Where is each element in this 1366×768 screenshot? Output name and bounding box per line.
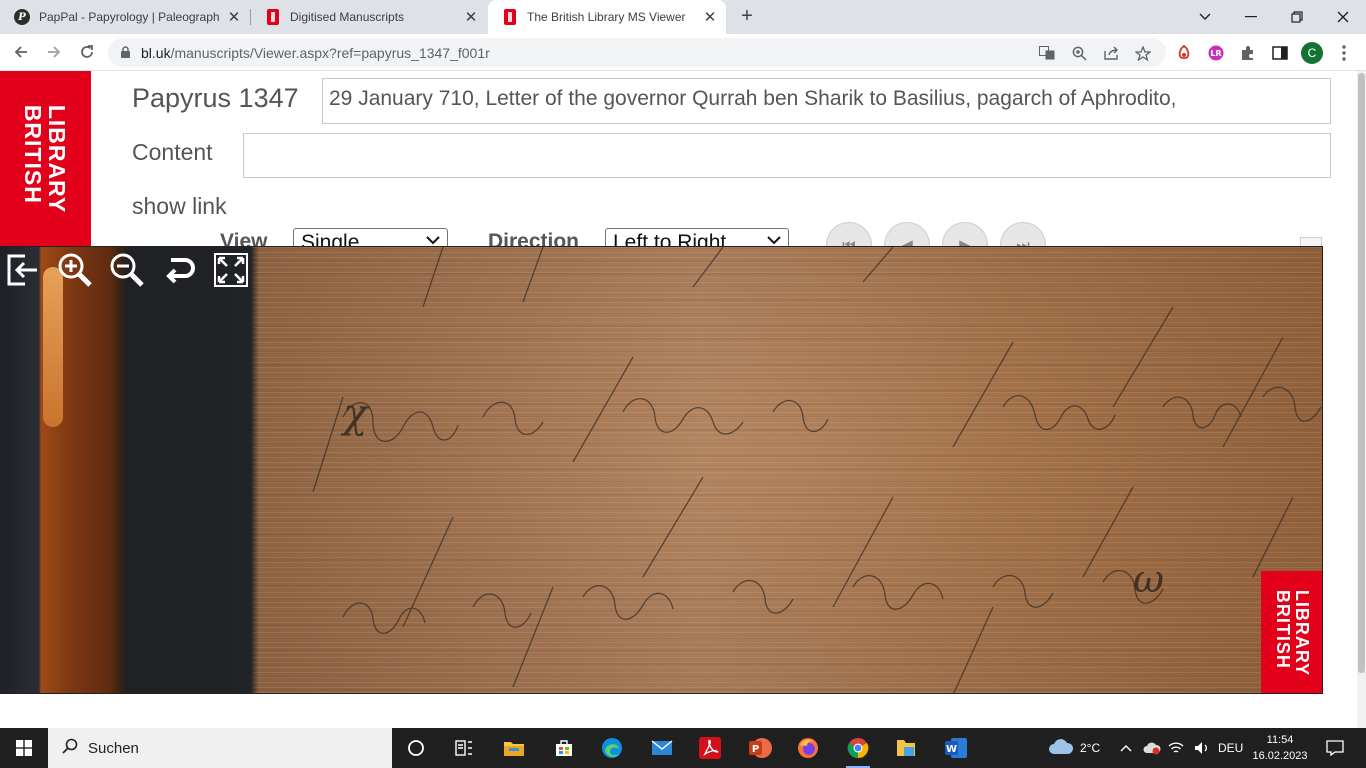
side-panel-icon[interactable]: [1270, 43, 1290, 63]
task-view-icon[interactable]: [400, 732, 432, 764]
browser-tab-strip: P PapPal - Papyrology | Paleograph ✕ Dig…: [0, 0, 1366, 34]
translate-icon[interactable]: [1038, 44, 1056, 62]
wifi-icon[interactable]: [1168, 728, 1184, 768]
logo-line-library: LIBRARY: [44, 104, 70, 214]
lock-icon[interactable]: [120, 46, 131, 64]
tab-pappal[interactable]: P PapPal - Papyrology | Paleograph ✕: [0, 0, 250, 34]
close-tab-icon[interactable]: ✕: [700, 7, 720, 27]
extension-purple-icon[interactable]: LR: [1206, 43, 1226, 63]
widgets-icon[interactable]: [448, 732, 480, 764]
rotate-icon[interactable]: [160, 251, 198, 289]
close-tab-icon[interactable]: ✕: [461, 7, 481, 27]
bookmark-star-icon[interactable]: [1134, 44, 1152, 62]
back-icon[interactable]: [9, 40, 33, 64]
weather-temperature: 2°C: [1080, 741, 1101, 755]
url-host: bl.uk: [141, 45, 171, 61]
search-placeholder: Suchen: [88, 739, 139, 757]
manuscript-description[interactable]: 29 January 710, Letter of the governor Q…: [322, 78, 1331, 124]
show-link[interactable]: show link: [132, 193, 227, 220]
british-library-icon: [267, 9, 279, 25]
address-bar[interactable]: bl.uk/manuscripts/Viewer.aspx?ref=papyru…: [108, 38, 1166, 67]
cloud-sync-icon[interactable]: [1143, 728, 1161, 768]
manuscript-image-viewer[interactable]: χ ω LIBRARY BRITISH: [0, 246, 1323, 694]
svg-text:ω: ω: [1133, 557, 1164, 601]
zoom-in-icon[interactable]: [56, 251, 94, 289]
svg-text:LR: LR: [1210, 49, 1221, 58]
profile-avatar[interactable]: C: [1301, 42, 1323, 64]
speaker-icon[interactable]: [1194, 728, 1210, 768]
acrobat-icon[interactable]: [694, 732, 726, 764]
browser-toolbar: bl.uk/manuscripts/Viewer.aspx?ref=papyru…: [0, 34, 1366, 71]
folder-icon[interactable]: [890, 732, 922, 764]
zoom-out-icon[interactable]: [108, 251, 146, 289]
clock-time: 11:54: [1266, 734, 1294, 746]
url-text: bl.uk/manuscripts/Viewer.aspx?ref=papyru…: [141, 45, 490, 61]
reload-icon[interactable]: [75, 40, 99, 64]
svg-text:W: W: [946, 744, 957, 755]
search-icon: [62, 738, 78, 759]
page-scrollbar[interactable]: [1357, 71, 1366, 728]
viewer-toolbar: [4, 251, 250, 289]
tab-digitised-manuscripts[interactable]: Digitised Manuscripts ✕: [251, 0, 487, 34]
weather-widget[interactable]: 2°C: [1048, 728, 1100, 768]
pappal-icon: P: [14, 9, 30, 25]
windows-taskbar: Suchen P W 2°C DEU 11:54 16.02.2023: [0, 728, 1366, 768]
british-library-icon: [504, 9, 516, 25]
british-library-watermark: LIBRARY BRITISH: [1261, 571, 1322, 693]
exit-viewer-icon[interactable]: [4, 251, 42, 289]
tab-ms-viewer[interactable]: The British Library MS Viewer ✕: [488, 0, 726, 34]
mail-icon[interactable]: [646, 732, 678, 764]
word-icon[interactable]: W: [940, 732, 972, 764]
edge-icon[interactable]: [596, 732, 628, 764]
url-path: /manuscripts/Viewer.aspx?ref=papyrus_134…: [170, 45, 490, 61]
scrollbar-thumb[interactable]: [1358, 73, 1365, 673]
share-icon[interactable]: [1102, 44, 1120, 62]
powerpoint-icon[interactable]: P: [744, 732, 776, 764]
new-tab-button[interactable]: +: [737, 6, 757, 27]
store-icon[interactable]: [548, 732, 580, 764]
language-label: DEU: [1218, 741, 1244, 755]
firefox-icon[interactable]: [792, 732, 824, 764]
zoom-icon[interactable]: [1070, 44, 1088, 62]
watermark-text: LIBRARY BRITISH: [1273, 589, 1312, 677]
colour-chart-strip: [43, 267, 63, 427]
file-explorer-icon[interactable]: [498, 732, 530, 764]
clock-date: 16.02.2023: [1252, 750, 1308, 762]
windows-start-icon[interactable]: [0, 728, 48, 768]
menu-kebab-icon[interactable]: [1334, 43, 1354, 63]
manuscript-title: Papyrus 1347: [132, 83, 299, 113]
svg-text:χ: χ: [340, 391, 370, 437]
taskbar-search[interactable]: Suchen: [48, 728, 392, 768]
tab-title: Digitised Manuscripts: [290, 10, 405, 24]
forward-icon[interactable]: [42, 40, 66, 64]
british-library-logo[interactable]: LIBRARY BRITISH: [0, 71, 91, 246]
chevron-down-icon[interactable]: [1182, 0, 1228, 34]
cloud-icon: [1048, 738, 1074, 758]
extension-red-icon[interactable]: [1174, 43, 1194, 63]
tab-title: PapPal - Papyrology | Paleograph: [39, 10, 220, 24]
tab-title: The British Library MS Viewer: [527, 10, 686, 24]
minimize-icon[interactable]: [1228, 0, 1274, 34]
fullscreen-icon[interactable]: [212, 251, 250, 289]
input-language[interactable]: DEU: [1218, 728, 1243, 768]
notifications-icon[interactable]: [1320, 728, 1350, 768]
content-label: Content: [132, 139, 213, 165]
close-icon[interactable]: [1320, 0, 1366, 34]
close-tab-icon[interactable]: ✕: [224, 7, 244, 27]
extensions-puzzle-icon[interactable]: [1238, 43, 1258, 63]
tray-chevron-up-icon[interactable]: [1120, 728, 1132, 768]
watermark-line-library: LIBRARY: [1292, 589, 1312, 677]
papyrus-handwriting: χ ω: [312, 247, 1322, 693]
content-field[interactable]: [243, 133, 1331, 178]
chrome-icon[interactable]: [842, 732, 874, 768]
watermark-line-british: BRITISH: [1273, 589, 1293, 669]
restore-icon[interactable]: [1274, 0, 1320, 34]
taskbar-clock[interactable]: 11:54 16.02.2023: [1250, 732, 1310, 764]
svg-text:P: P: [752, 744, 759, 755]
logo-text: LIBRARY BRITISH: [20, 104, 70, 214]
web-page: LIBRARY BRITISH Papyrus 1347 29 January …: [0, 71, 1366, 728]
logo-line-british: BRITISH: [20, 104, 46, 204]
